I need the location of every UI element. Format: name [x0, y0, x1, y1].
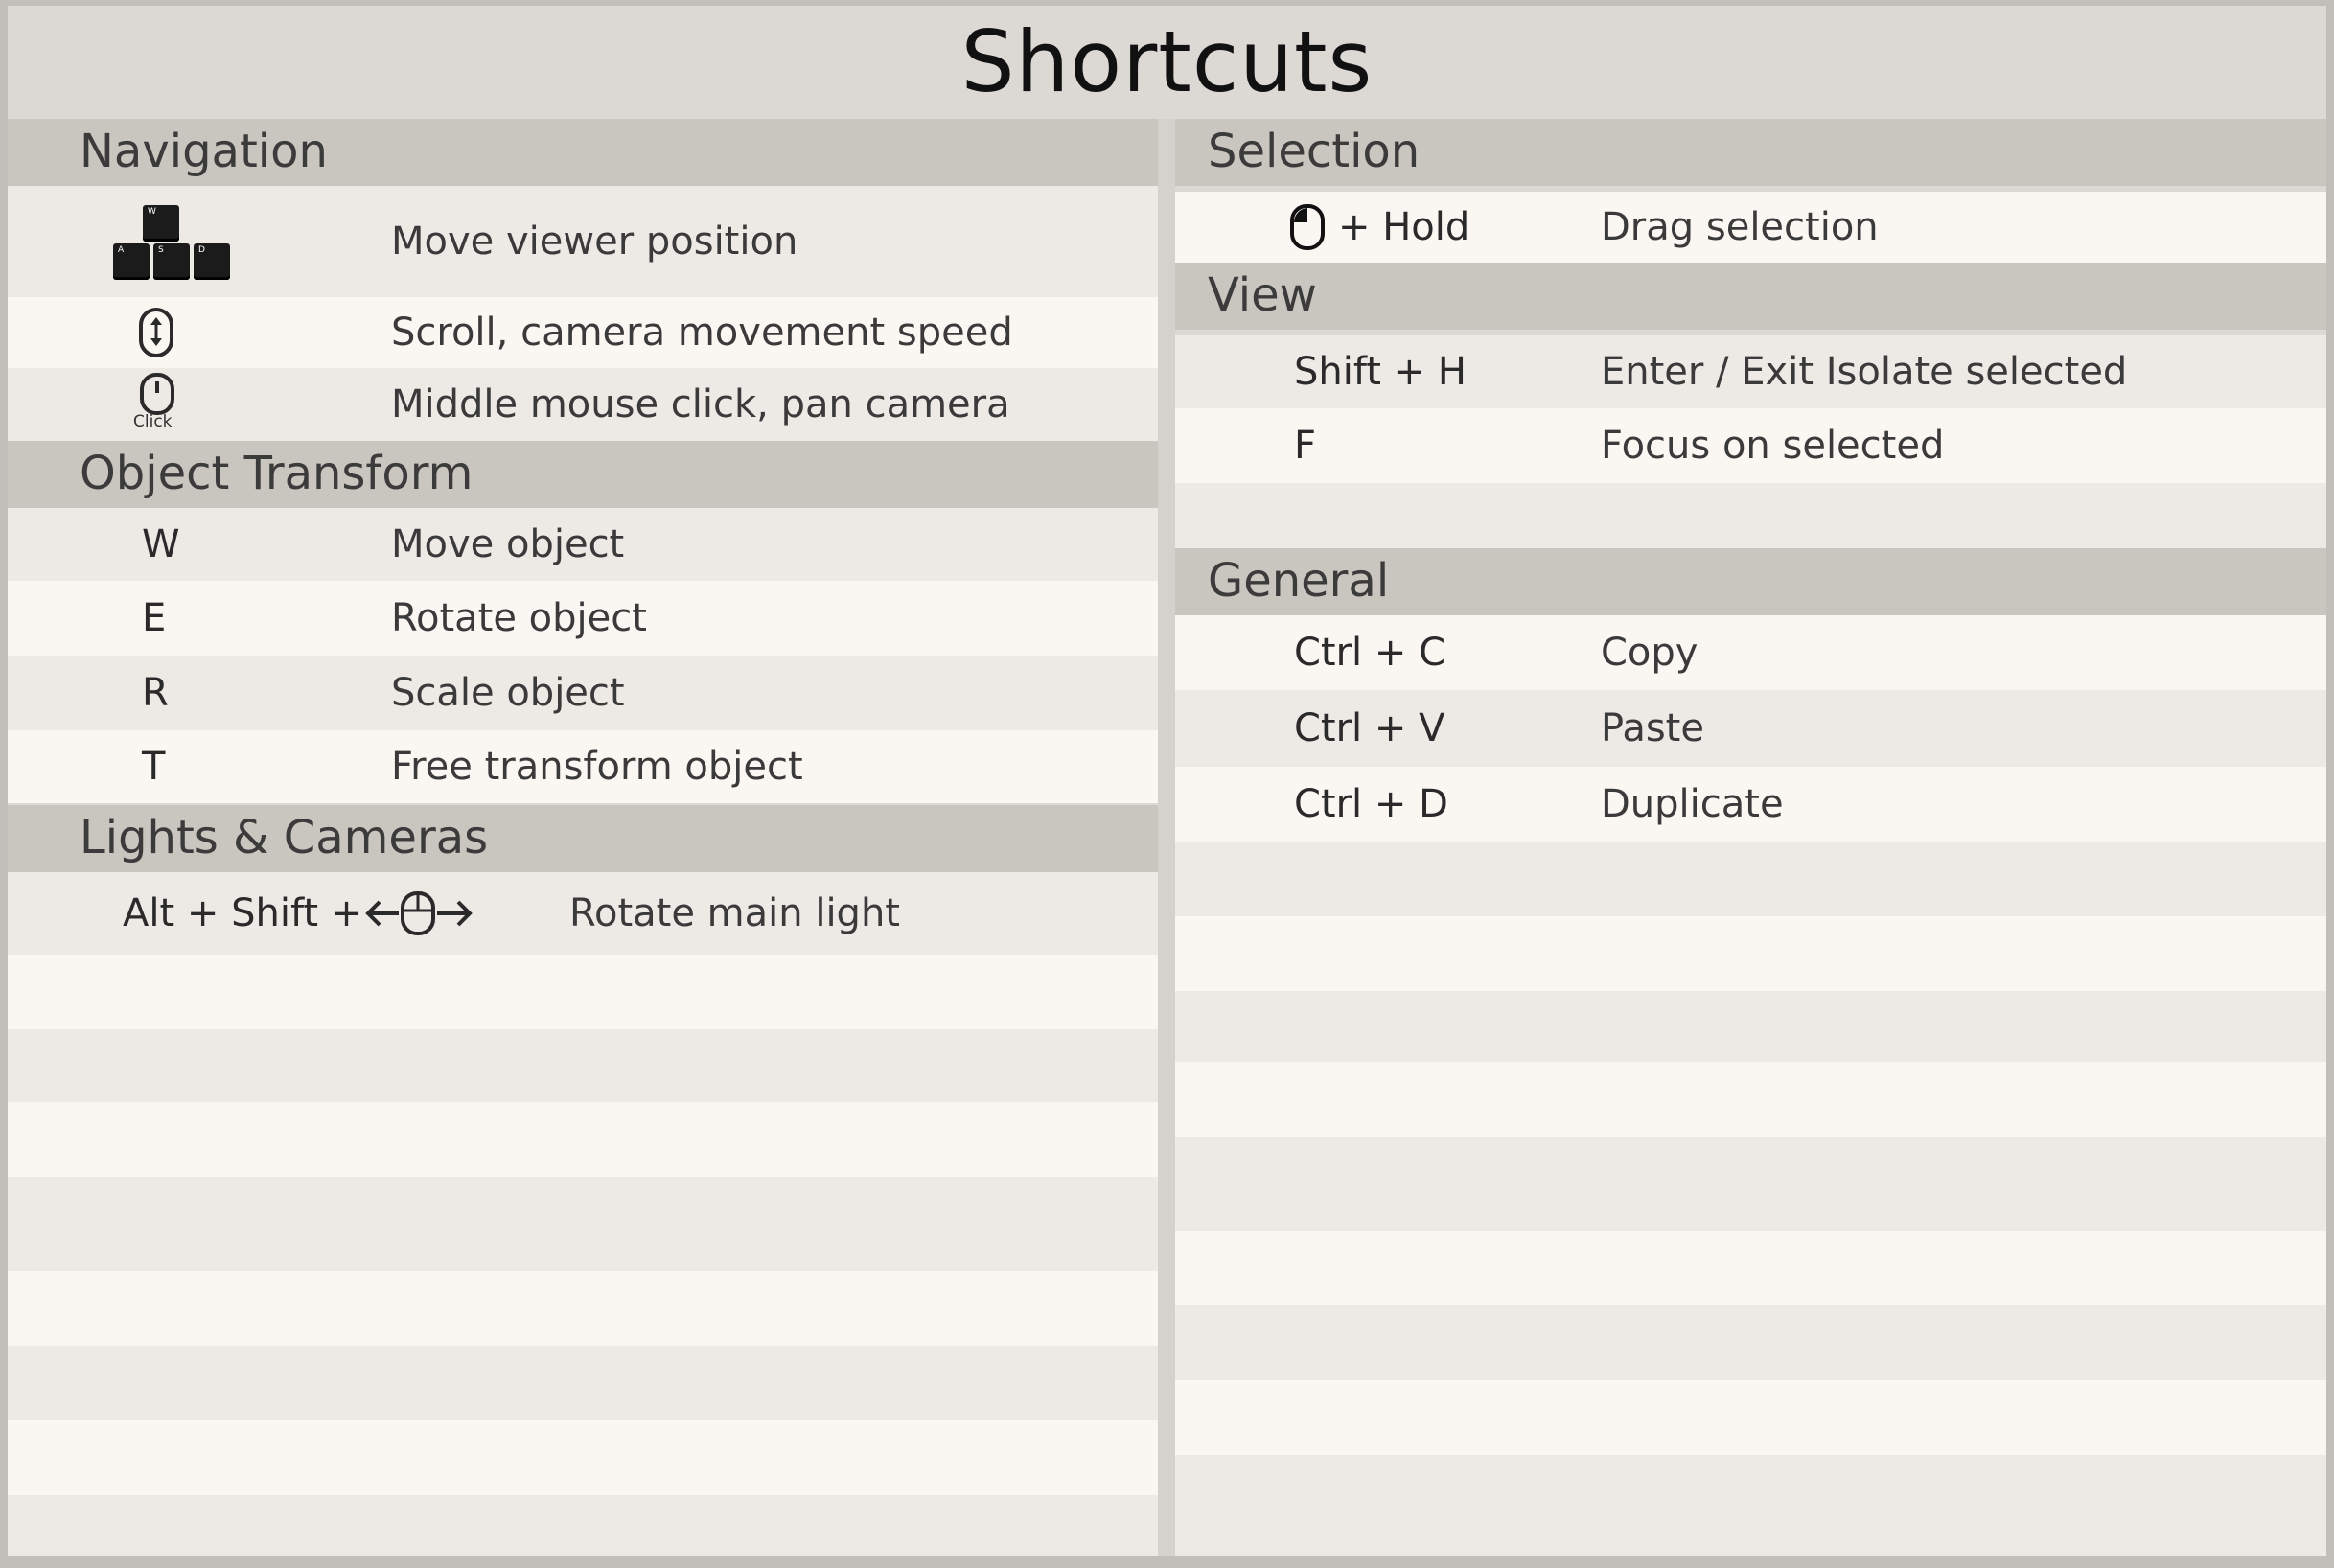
shortcut-description: Copy: [1601, 631, 1699, 675]
section-title: Navigation: [80, 124, 328, 178]
section-title: Selection: [1208, 124, 1421, 178]
shortcut-description: Duplicate: [1601, 782, 1784, 826]
keycap-a: A: [113, 243, 150, 280]
empty-row: [8, 1271, 1158, 1346]
empty-row: [8, 1495, 1158, 1556]
shortcut-key: E: [142, 596, 167, 640]
mouse-scroll-icon: [137, 307, 175, 358]
shortcut-row: + Hold Drag selection: [1175, 192, 2326, 263]
keycap-s: S: [153, 243, 190, 280]
shortcut-key: W: [142, 522, 180, 566]
section-header-selection: Selection: [1175, 119, 2326, 186]
right-column: Selection + Hold Drag selection View Shi…: [1175, 119, 2326, 1556]
empty-row: [8, 1346, 1158, 1420]
empty-row: [8, 1029, 1158, 1102]
shortcut-row: Alt + Shift + Rotate main light: [8, 872, 1158, 955]
empty-row: [8, 1420, 1158, 1495]
section-title: View: [1208, 267, 1317, 322]
shortcut-description: Rotate object: [391, 596, 647, 640]
shortcut-row: Scroll, camera movement speed: [8, 297, 1158, 368]
empty-row: [8, 1102, 1158, 1177]
shortcut-description: Enter / Exit Isolate selected: [1601, 350, 2128, 394]
shortcut-description: Paste: [1601, 706, 1704, 750]
shortcut-key: Shift + H: [1294, 350, 1467, 394]
empty-row: [8, 955, 1158, 1029]
shortcut-description: Drag selection: [1601, 205, 1879, 249]
shortcut-description: Move viewer position: [391, 219, 798, 264]
empty-row: [1175, 1380, 2326, 1455]
click-label: Click: [133, 412, 173, 431]
empty-row: [1175, 842, 2326, 916]
shortcut-row: R Scale object: [8, 656, 1158, 730]
shortcut-description: Scale object: [391, 671, 625, 715]
empty-row: [1175, 1455, 2326, 1556]
empty-row: [1175, 991, 2326, 1062]
shortcut-row: W A S D Move viewer position: [8, 186, 1158, 297]
shortcut-key: Ctrl + V: [1294, 706, 1445, 750]
mouse-drag-horizontal-icon: [364, 889, 474, 937]
shortcut-description: Rotate main light: [569, 891, 900, 935]
section-title: Lights & Cameras: [80, 810, 489, 865]
section-title: General: [1208, 553, 1390, 608]
empty-row: [1175, 483, 2326, 548]
page-title: Shortcuts: [960, 12, 1374, 111]
shortcut-description: Scroll, camera movement speed: [391, 311, 1013, 355]
empty-row: [1175, 1137, 2326, 1231]
shortcut-row: T Free transform object: [8, 730, 1158, 803]
empty-row: [1175, 1231, 2326, 1305]
shortcut-row: Ctrl + C Copy: [1175, 615, 2326, 690]
shortcut-row: Shift + H Enter / Exit Isolate selected: [1175, 335, 2326, 408]
shortcut-key: F: [1294, 424, 1317, 468]
section-title: Object Transform: [80, 446, 474, 500]
column-divider: [1158, 119, 1175, 1556]
shortcut-row: F Focus on selected: [1175, 408, 2326, 483]
empty-row: [1175, 1062, 2326, 1137]
empty-row: [1175, 1305, 2326, 1380]
shortcuts-sheet: Shortcuts Navigation W A S D Move viewer…: [8, 6, 2326, 1556]
shortcut-row: Ctrl + D Duplicate: [1175, 767, 2326, 842]
section-header-view: View: [1175, 263, 2326, 330]
shortcut-key: + Hold: [1338, 205, 1470, 249]
shortcut-description: Free transform object: [391, 745, 803, 789]
shortcut-key: Ctrl + D: [1294, 782, 1448, 826]
shortcut-row: E Rotate object: [8, 581, 1158, 656]
mouse-left-click-icon: [1288, 203, 1327, 251]
shortcut-description: Middle mouse click, pan camera: [391, 382, 1010, 427]
shortcut-row: W Move object: [8, 508, 1158, 581]
keycap-w: W: [143, 205, 179, 242]
shortcut-key: R: [142, 671, 169, 715]
shortcut-key: Alt + Shift +: [123, 891, 363, 935]
section-header-lights-cameras: Lights & Cameras: [8, 805, 1158, 872]
left-column: Navigation W A S D Move viewer position …: [8, 119, 1158, 1556]
shortcut-description: Focus on selected: [1601, 424, 1945, 468]
wasd-keys-icon: W A S D: [113, 205, 234, 284]
shortcut-description: Move object: [391, 522, 625, 566]
section-header-navigation: Navigation: [8, 119, 1158, 186]
empty-row: [1175, 916, 2326, 991]
section-header-general: General: [1175, 548, 2326, 615]
shortcut-key: Ctrl + C: [1294, 631, 1446, 675]
mouse-middle-click-icon: [138, 372, 176, 416]
shortcut-key: T: [142, 745, 166, 789]
shortcut-row: Ctrl + V Paste: [1175, 690, 2326, 767]
section-header-object-transform: Object Transform: [8, 441, 1158, 508]
keycap-d: D: [194, 243, 230, 280]
shortcut-row: Click Middle mouse click, pan camera: [8, 368, 1158, 441]
empty-row: [8, 1177, 1158, 1271]
